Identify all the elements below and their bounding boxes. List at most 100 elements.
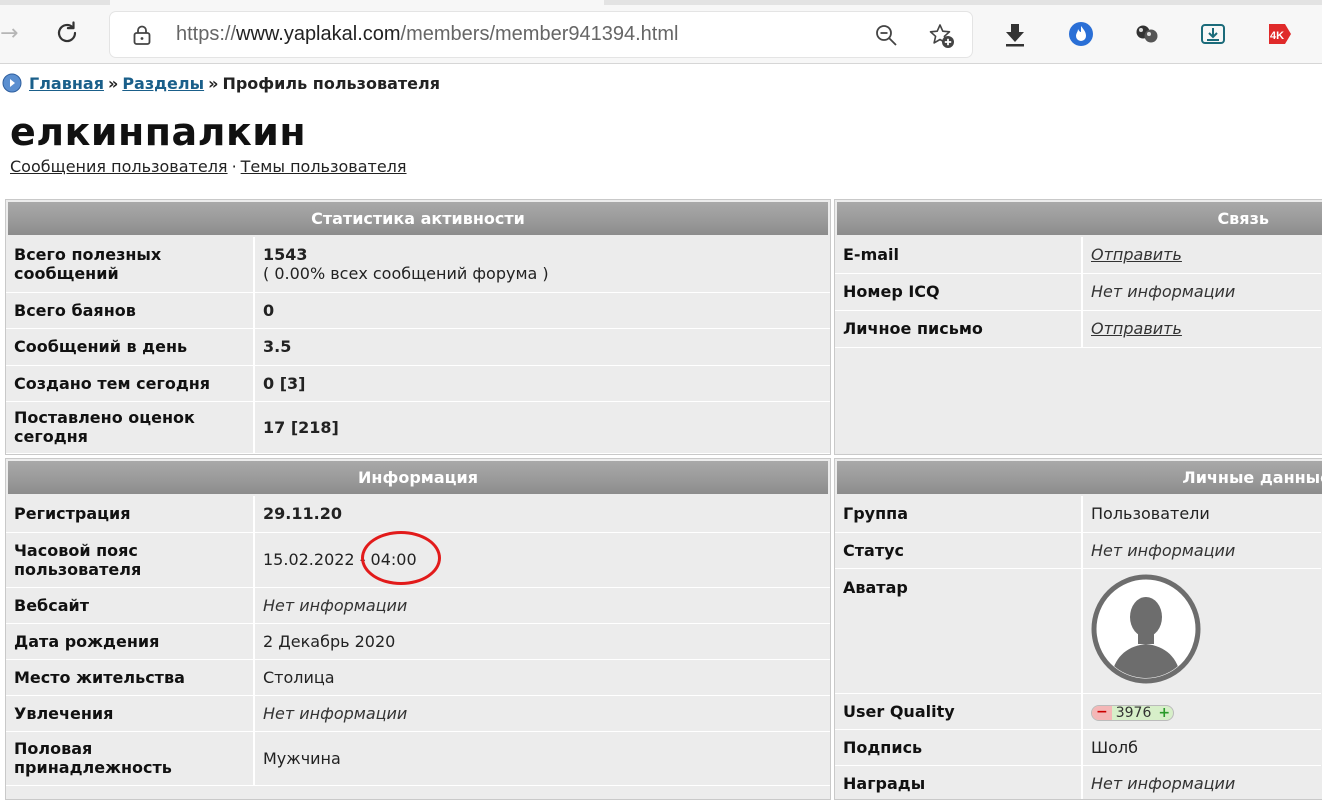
contact-panel: Связь E-mail Отправить Номер ICQ Нет инф… [834, 199, 1322, 455]
row-label: Часовой пояс пользователя [6, 532, 255, 588]
address-bar[interactable]: https://www.yaplakal.com/members/member9… [110, 12, 972, 57]
row-value: Нет информации [254, 695, 830, 732]
table-row: Всего полезных сообщений 1543( 0.00% все… [6, 237, 830, 293]
row-value: Столица [254, 659, 830, 696]
table-row: Место жительства Столица [6, 659, 830, 696]
table-row: Часовой пояс пользователя 15.02.2022 - 0… [6, 532, 830, 588]
row-value: 0 [3] [254, 365, 830, 402]
row-label: Всего баянов [6, 292, 255, 329]
row-label: Группа [835, 496, 1083, 533]
reload-icon[interactable] [52, 18, 82, 48]
table-row: Награды Нет информации [835, 765, 1321, 799]
row-value: Нет информации [254, 587, 830, 624]
row-value: 0 [254, 292, 830, 329]
row-value: 1543( 0.00% всех сообщений форума ) [254, 237, 830, 293]
row-value: 3.5 [254, 328, 830, 366]
row-label: Сообщений в день [6, 328, 255, 366]
row-label: Подпись [835, 729, 1083, 766]
row-label: Поставлено оценок сегодня [6, 401, 255, 454]
url-host: www.yaplakal.com [236, 23, 401, 45]
row-label: Создано тем сегодня [6, 365, 255, 402]
activity-stats-header: Статистика активности [8, 202, 828, 235]
breadcrumb-sections-link[interactable]: Разделы [122, 74, 204, 93]
table-row: Дата рождения 2 Декабрь 2020 [6, 623, 830, 660]
row-value: Мужчина [254, 731, 830, 786]
extension-4k-icon[interactable]: 4K [1265, 20, 1293, 48]
url-scheme: https:// [176, 23, 237, 45]
table-row: Половая принадлежность Мужчина [6, 731, 830, 786]
total-posts-value: 1543 [263, 245, 308, 265]
row-value: Отправить [1082, 310, 1321, 348]
information-header: Информация [8, 461, 828, 494]
row-label: Аватар [835, 568, 1083, 694]
row-value: 15.02.2022 - 04:00 [254, 532, 830, 588]
row-label: Номер ICQ [835, 273, 1083, 311]
row-label: Дата рождения [6, 623, 255, 660]
row-label: Личное письмо [835, 310, 1083, 348]
contact-header: Связь [837, 202, 1322, 235]
row-value: −3976 + [1082, 693, 1321, 730]
extension-balls-icon[interactable] [1133, 20, 1161, 48]
row-label: Место жительства [6, 659, 255, 696]
table-row: E-mail Отправить [835, 237, 1321, 274]
information-panel: Информация Регистрация 29.11.20 Часовой … [5, 458, 831, 800]
add-favorite-icon[interactable] [928, 22, 956, 50]
table-row: Поставлено оценок сегодня 17 [218] [6, 401, 830, 454]
row-label: Половая принадлежность [6, 731, 255, 786]
total-posts-percent: ( 0.00% всех сообщений форума ) [263, 264, 549, 284]
breadcrumb-current: Профиль пользователя [222, 74, 440, 93]
row-value: 17 [218] [254, 401, 830, 454]
extension-save-icon[interactable] [1199, 20, 1227, 48]
personal-data-table: Группа Пользователи Статус Нет информаци… [835, 496, 1321, 799]
table-row: Личное письмо Отправить [835, 310, 1321, 348]
zoom-out-icon[interactable] [874, 23, 898, 47]
row-value: Шолб [1082, 729, 1321, 766]
row-value: Отправить [1082, 237, 1321, 274]
browser-toolbar: → https://www.yaplakal.com/members/membe… [0, 0, 1322, 64]
table-row: Вебсайт Нет информации [6, 587, 830, 624]
row-value: Нет информации [1082, 765, 1321, 799]
active-tab-edge[interactable] [110, 0, 604, 5]
row-value: Пользователи [1082, 496, 1321, 533]
breadcrumb-bullet-icon [2, 73, 22, 93]
row-label: Всего полезных сообщений [6, 237, 255, 293]
user-messages-link[interactable]: Сообщения пользователя [10, 157, 228, 176]
row-value: 29.11.20 [254, 496, 830, 533]
row-label: E-mail [835, 237, 1083, 274]
table-row: Сообщений в день 3.5 [6, 328, 830, 366]
user-topics-link[interactable]: Темы пользователя [241, 157, 407, 176]
table-row: Регистрация 29.11.20 [6, 496, 830, 533]
tab-strip [0, 0, 1322, 5]
table-row: Аватар [835, 568, 1321, 694]
row-label: Вебсайт [6, 587, 255, 624]
avatar-icon [1091, 574, 1201, 683]
information-table: Регистрация 29.11.20 Часовой пояс пользо… [6, 496, 830, 786]
rate-down-button[interactable]: − [1092, 706, 1112, 720]
contact-table: E-mail Отправить Номер ICQ Нет информаци… [835, 237, 1321, 348]
table-row: Статус Нет информации [835, 532, 1321, 569]
activity-stats-panel: Статистика активности Всего полезных соо… [5, 199, 831, 455]
row-label: User Quality [835, 693, 1083, 730]
personal-data-panel: Личные данные Группа Пользователи Статус… [834, 458, 1322, 800]
personal-data-header: Личные данные [837, 461, 1322, 494]
table-row: Группа Пользователи [835, 496, 1321, 533]
breadcrumb-separator: » [208, 74, 219, 93]
send-email-link[interactable]: Отправить [1091, 245, 1182, 264]
table-row: Подпись Шолб [835, 729, 1321, 766]
send-private-message-link[interactable]: Отправить [1091, 319, 1182, 338]
table-row: Номер ICQ Нет информации [835, 273, 1321, 311]
breadcrumb: Главная» Разделы» Профиль пользователя [2, 73, 440, 95]
forward-icon[interactable]: → [0, 20, 18, 48]
row-value [1082, 568, 1321, 694]
extension-fire-icon[interactable] [1067, 20, 1095, 48]
row-value: Нет информации [1082, 273, 1321, 311]
row-label: Награды [835, 765, 1083, 799]
download-icon[interactable] [1001, 20, 1029, 48]
lock-icon[interactable] [132, 24, 152, 46]
extension-4k-label: 4K [1270, 30, 1284, 42]
breadcrumb-home-link[interactable]: Главная [29, 74, 104, 93]
rate-up-button[interactable]: + [1155, 706, 1173, 720]
url-text[interactable]: https://www.yaplakal.com/members/member9… [176, 23, 678, 46]
user-quality-widget: −3976 + [1091, 705, 1175, 721]
breadcrumb-separator: » [107, 74, 119, 93]
